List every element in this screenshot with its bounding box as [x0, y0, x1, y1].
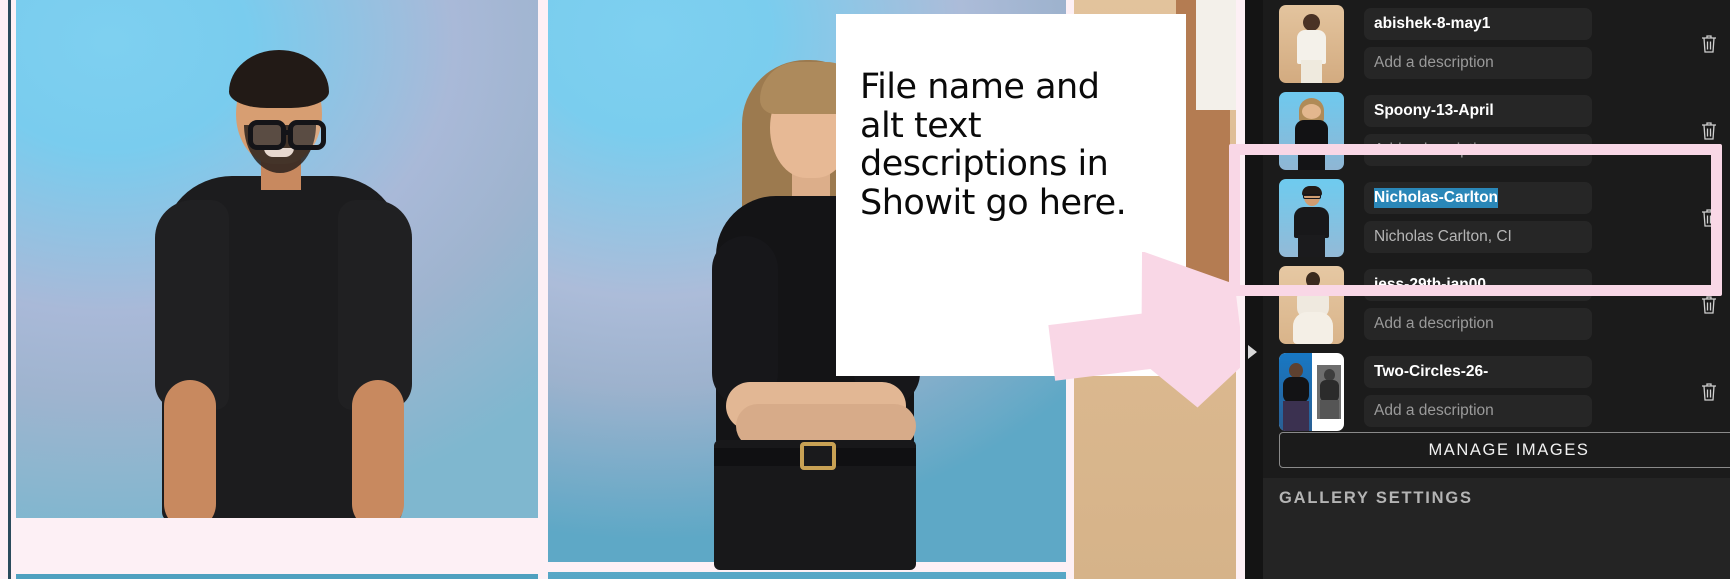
photo-1-arm-left	[164, 380, 216, 518]
panel-left-strip	[1245, 0, 1263, 579]
list-item[interactable]: abishek-8-may1 Add a description	[1263, 0, 1730, 87]
thumb-head	[1303, 13, 1320, 31]
photo-1-glasses-left	[248, 120, 286, 150]
description-input[interactable]: Add a description	[1364, 134, 1592, 166]
thumb-shirt	[1297, 29, 1326, 64]
thumb-right-body	[1320, 379, 1339, 402]
file-name-input[interactable]: Two-Circles-26-	[1364, 356, 1592, 388]
image-fields: Two-Circles-26- Add a description	[1364, 356, 1730, 427]
gallery-images-panel: abishek-8-may1 Add a description Spoony-…	[1245, 0, 1730, 579]
jess-thumbnail[interactable]	[1279, 265, 1344, 344]
thumb-face	[1302, 103, 1321, 119]
description-input[interactable]: Nicholas Carlton, CI	[1364, 221, 1592, 253]
thumb-glasses	[1303, 193, 1321, 199]
description-input[interactable]: Add a description	[1364, 308, 1592, 340]
image-list: abishek-8-may1 Add a description Spoony-…	[1263, 0, 1730, 435]
thumb-left-body	[1283, 376, 1309, 403]
spoony-thumbnail[interactable]	[1279, 91, 1344, 170]
thumb-left-skirt	[1283, 400, 1309, 431]
file-name-input[interactable]: Nicholas-Carlton	[1364, 182, 1592, 214]
image-fields: Spoony-13-April Add a description	[1364, 95, 1730, 166]
thumb-left-head	[1289, 362, 1303, 378]
trash-icon[interactable]	[1700, 121, 1718, 141]
image-fields: abishek-8-may1 Add a description	[1364, 8, 1730, 79]
list-item[interactable]: Spoony-13-April Add a description	[1263, 87, 1730, 174]
file-name-input[interactable]: abishek-8-may1	[1364, 8, 1592, 40]
photo-2-belt-buckle	[800, 442, 836, 470]
abishek-thumbnail[interactable]	[1279, 4, 1344, 83]
photo-3-shirt	[1196, 0, 1236, 110]
image-fields: jess-29th-jan00 Add a description	[1364, 269, 1730, 340]
trash-icon[interactable]	[1700, 382, 1718, 402]
list-item[interactable]: Two-Circles-26- Add a description	[1263, 348, 1730, 435]
thumb-skirt	[1293, 311, 1333, 344]
callout-text: File name and alt text descriptions in S…	[860, 67, 1127, 223]
nicholas-thumbnail[interactable]	[1279, 178, 1344, 257]
thumb-shirt	[1294, 206, 1329, 238]
thumb-right-head	[1324, 368, 1335, 381]
trash-icon[interactable]	[1700, 34, 1718, 54]
thumb-right-lower	[1320, 399, 1339, 419]
image-fields: Nicholas-Carlton Nicholas Carlton, CI	[1364, 182, 1730, 253]
file-name-input[interactable]: jess-29th-jan00	[1364, 269, 1592, 301]
list-item-selected[interactable]: Nicholas-Carlton Nicholas Carlton, CI	[1263, 174, 1730, 261]
photo-1-arm-right	[352, 380, 404, 518]
thumb-pants	[1301, 59, 1322, 83]
pink-arrow-annotation	[1048, 252, 1240, 408]
description-input[interactable]: Add a description	[1364, 395, 1592, 427]
photo-1-glasses-bridge	[284, 130, 292, 135]
photo-2-arm-left	[712, 236, 778, 406]
photo-1-shoulder-right	[338, 200, 412, 410]
gallery-photo-5[interactable]	[548, 572, 1066, 579]
thumb-head	[1306, 271, 1320, 288]
photo-1-glasses-right	[288, 120, 326, 150]
screenshot-root: File name and alt text descriptions in S…	[0, 0, 1730, 579]
photo-1-shoulder-left	[155, 200, 229, 410]
gallery-photo-1[interactable]	[16, 0, 538, 518]
thumb-pants	[1298, 234, 1325, 257]
gallery-photo-4[interactable]	[16, 574, 538, 579]
triangle-right-icon[interactable]	[1248, 345, 1257, 359]
manage-images-button[interactable]: MANAGE IMAGES	[1279, 432, 1730, 468]
photo-5-background	[548, 572, 1066, 579]
description-input[interactable]: Add a description	[1364, 47, 1592, 79]
two-circles-thumbnail[interactable]	[1279, 352, 1344, 431]
list-item[interactable]: jess-29th-jan00 Add a description	[1263, 261, 1730, 348]
canvas-guide-line	[8, 0, 11, 579]
file-name-input[interactable]: Spoony-13-April	[1364, 95, 1592, 127]
thumb-shirt	[1295, 119, 1328, 150]
gallery-settings-title: GALLERY SETTINGS	[1279, 489, 1473, 507]
trash-icon[interactable]	[1700, 295, 1718, 315]
trash-icon[interactable]	[1700, 208, 1718, 228]
thumb-pants	[1298, 146, 1325, 170]
